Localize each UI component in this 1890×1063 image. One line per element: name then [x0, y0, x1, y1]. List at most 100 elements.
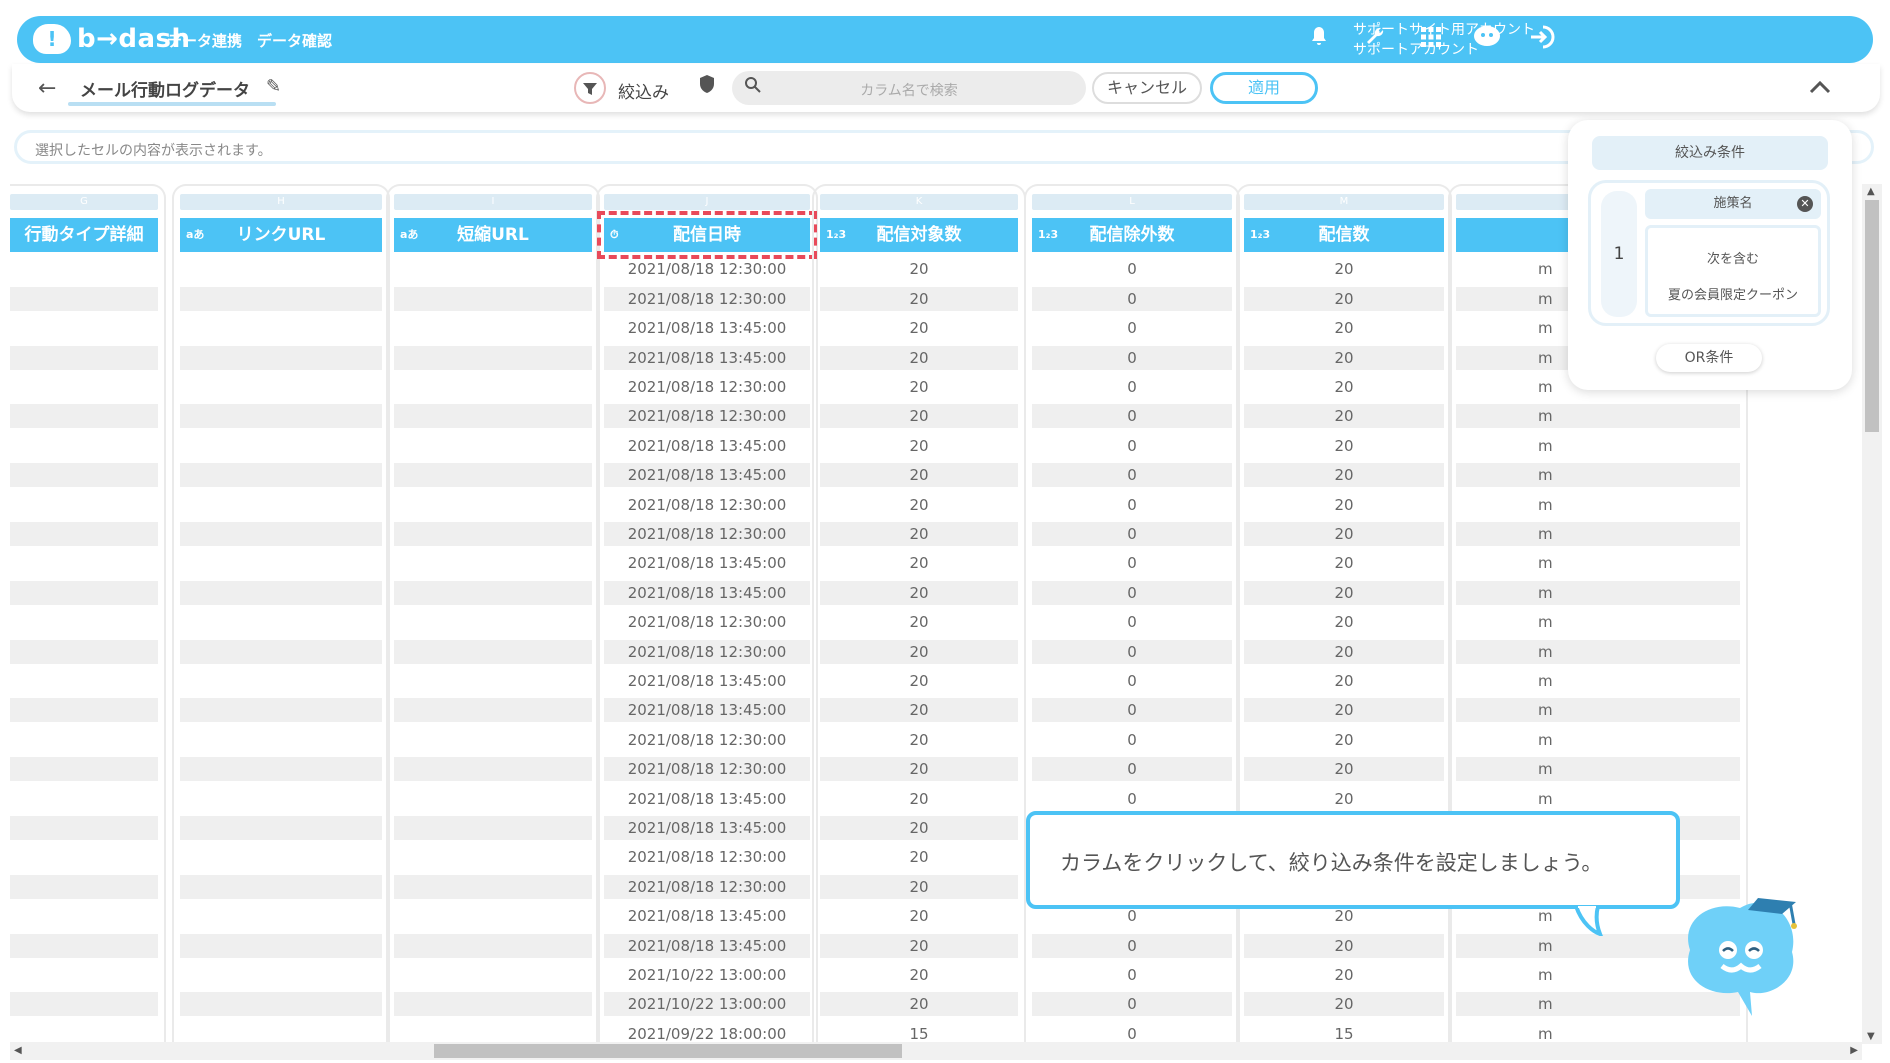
grid-cell[interactable] [394, 904, 592, 928]
grid-cell[interactable] [10, 345, 158, 370]
grid-cell[interactable]: m [1456, 669, 1740, 693]
grid-cell[interactable] [10, 375, 158, 399]
grid-cell[interactable]: 0 [1032, 404, 1232, 429]
grid-cell[interactable] [180, 404, 382, 429]
grid-cell[interactable]: 0 [1032, 345, 1232, 370]
grid-cell[interactable]: 2021/08/18 13:45:00 [604, 698, 810, 723]
condition-detail[interactable]: 次を含む 夏の会員限定クーポン [1645, 225, 1821, 317]
grid-cell[interactable]: 20 [1244, 316, 1444, 340]
grid-cell[interactable] [10, 316, 158, 340]
grid-cell[interactable]: 2021/08/18 13:45:00 [604, 316, 810, 340]
grid-cell[interactable] [394, 933, 592, 958]
grid-cell[interactable] [394, 493, 592, 517]
grid-cell[interactable]: 2021/08/18 13:45:00 [604, 933, 810, 958]
grid-cell[interactable] [180, 375, 382, 399]
grid-cell[interactable]: m [1456, 493, 1740, 517]
grid-cell[interactable]: 0 [1032, 316, 1232, 340]
grid-cell[interactable] [180, 816, 382, 840]
grid-cell[interactable] [10, 904, 158, 928]
grid-cell[interactable] [394, 816, 592, 840]
grid-cell[interactable]: 0 [1032, 757, 1232, 782]
grid-cell[interactable] [10, 698, 158, 723]
grid-cell[interactable]: 20 [820, 434, 1018, 458]
grid-cell[interactable]: 20 [820, 345, 1018, 370]
column-header[interactable]: aあ 短縮URL [394, 218, 592, 252]
grid-cell[interactable] [180, 963, 382, 987]
grid-cell[interactable]: m [1456, 610, 1740, 634]
grid-cell[interactable]: m [1456, 551, 1740, 575]
grid-cell[interactable]: 20 [820, 845, 1018, 869]
grid-cell[interactable] [394, 874, 592, 899]
back-arrow-icon[interactable]: ← [38, 76, 56, 101]
shield-icon[interactable] [698, 74, 716, 99]
grid-cell[interactable]: 2021/08/18 12:30:00 [604, 375, 810, 399]
grid-cell[interactable] [180, 522, 382, 546]
wrench-icon[interactable] [1359, 24, 1391, 56]
grid-cell[interactable]: 20 [820, 316, 1018, 340]
grid-cell[interactable]: 20 [1244, 434, 1444, 458]
grid-cell[interactable]: 20 [820, 816, 1018, 840]
grid-cell[interactable]: 20 [820, 992, 1018, 1017]
grid-cell[interactable]: 0 [1032, 257, 1232, 281]
grid-cell[interactable]: 20 [1244, 698, 1444, 723]
grid-cell[interactable] [394, 316, 592, 340]
vertical-scrollbar[interactable]: ▲ ▼ [1862, 184, 1882, 1044]
grid-cell[interactable] [180, 728, 382, 752]
grid-cell[interactable]: 20 [1244, 493, 1444, 517]
grid-cell[interactable] [10, 522, 158, 546]
grid-cell[interactable] [10, 639, 158, 664]
grid-cell[interactable] [10, 404, 158, 429]
grid-cell[interactable] [394, 787, 592, 811]
grid-cell[interactable] [10, 787, 158, 811]
grid-cell[interactable] [394, 404, 592, 429]
grid-cell[interactable]: 20 [1244, 992, 1444, 1017]
grid-cell[interactable] [180, 580, 382, 605]
grid-cell[interactable] [394, 580, 592, 605]
grid-cell[interactable]: 20 [1244, 522, 1444, 546]
grid-cell[interactable] [394, 286, 592, 311]
grid-cell[interactable]: 20 [1244, 580, 1444, 605]
grid-cell[interactable]: 0 [1032, 463, 1232, 488]
grid-cell[interactable]: 20 [820, 698, 1018, 723]
grid-cell[interactable]: 20 [1244, 404, 1444, 429]
grid-cell[interactable]: 0 [1032, 1022, 1232, 1044]
grid-cell[interactable]: 20 [820, 257, 1018, 281]
grid-cell[interactable]: 0 [1032, 639, 1232, 664]
grid-cell[interactable] [180, 933, 382, 958]
horizontal-scrollbar[interactable]: ◀ ▶ [10, 1042, 1862, 1060]
grid-cell[interactable]: 20 [1244, 463, 1444, 488]
grid-cell[interactable]: 20 [1244, 375, 1444, 399]
grid-cell[interactable]: 20 [1244, 728, 1444, 752]
grid-cell[interactable] [180, 698, 382, 723]
grid-cell[interactable] [394, 463, 592, 488]
apply-button[interactable]: 適用 [1210, 72, 1318, 104]
grid-cell[interactable]: m [1456, 757, 1740, 782]
grid-cell[interactable]: 2021/08/18 12:30:00 [604, 257, 810, 281]
grid-cell[interactable] [180, 551, 382, 575]
grid-cell[interactable] [394, 434, 592, 458]
grid-cell[interactable]: 2021/08/18 13:45:00 [604, 787, 810, 811]
grid-cell[interactable]: 2021/08/18 13:45:00 [604, 816, 810, 840]
grid-cell[interactable] [10, 963, 158, 987]
grid-cell[interactable] [394, 551, 592, 575]
filter-label[interactable]: 絞込み [618, 78, 669, 103]
grid-cell[interactable] [180, 757, 382, 782]
grid-cell[interactable] [10, 728, 158, 752]
grid-cell[interactable]: m [1456, 728, 1740, 752]
grid-cell[interactable]: 2021/08/18 12:30:00 [604, 845, 810, 869]
grid-cell[interactable] [10, 286, 158, 311]
grid-cell[interactable]: 2021/08/18 13:45:00 [604, 463, 810, 488]
grid-cell[interactable] [394, 698, 592, 723]
grid-cell[interactable] [10, 933, 158, 958]
grid-cell[interactable] [10, 580, 158, 605]
grid-cell[interactable] [180, 463, 382, 488]
grid-cell[interactable]: 20 [820, 463, 1018, 488]
grid-cell[interactable] [394, 610, 592, 634]
column-header[interactable]: ⏱ 配信日時 [597, 211, 817, 259]
grid-cell[interactable] [10, 816, 158, 840]
grid-cell[interactable]: 2021/08/18 12:30:00 [604, 610, 810, 634]
grid-cell[interactable] [10, 434, 158, 458]
chevron-up-icon[interactable] [1808, 76, 1832, 101]
scroll-down-arrow-icon[interactable]: ▼ [1867, 1031, 1875, 1042]
grid-cell[interactable]: 2021/08/18 13:45:00 [604, 904, 810, 928]
